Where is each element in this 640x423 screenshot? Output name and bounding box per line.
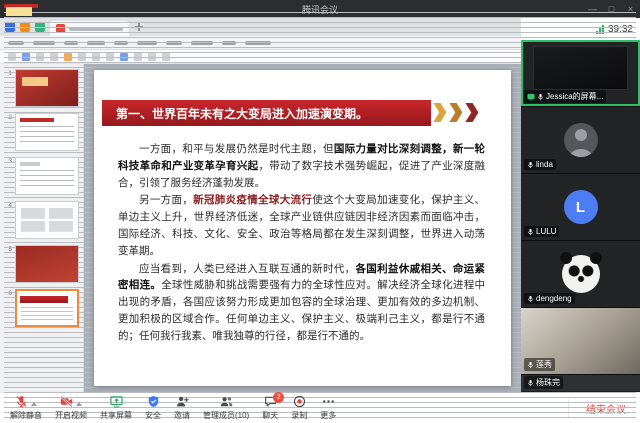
share-screen-button[interactable]: 共享屏幕	[100, 397, 132, 420]
slide-canvas-area: 第一、世界百年未有之大变局进入加速演变期。 一方面，和平与发展仍然是时代主题，但…	[84, 64, 521, 392]
slide-thumbnail-6[interactable]: 6	[4, 289, 79, 327]
participant-label: Jessica的屏幕...	[524, 90, 606, 103]
start-video-button[interactable]: 开启视频	[55, 397, 87, 420]
participant-label: linda	[524, 159, 556, 170]
screen-share-icon	[527, 93, 535, 101]
video-tile-dengdeng[interactable]: dengdeng	[521, 241, 640, 308]
slide-paragraph: 一方面，和平与发展仍然是时代主题，但国际力量对比深刻调整，新一轮科技革命和产业变…	[118, 141, 485, 191]
video-tile-yangzhuwan[interactable]: 杨珠完	[521, 375, 640, 391]
chevron-decoration-icons	[433, 103, 478, 122]
slide-thumbnail-1[interactable]: 1	[4, 69, 79, 107]
slide-title-banner: 第一、世界百年未有之大变局进入加速演变期。	[102, 100, 431, 126]
slide-thumbnail-image	[15, 113, 79, 151]
current-slide: 第一、世界百年未有之大变局进入加速演变期。 一方面，和平与发展仍然是时代主题，但…	[94, 70, 511, 386]
slide-paragraph: 应当看到，人类已经进入互联互通的新时代，各国利益休戚相关、命运紧密相连。全球性威…	[118, 261, 485, 345]
slide-thumbnail-image	[15, 201, 79, 239]
slide-body-text: 一方面，和平与发展仍然是时代主题，但国际力量对比深刻调整，新一轮科技革命和产业变…	[94, 126, 511, 345]
participant-label: dengdeng	[524, 293, 575, 304]
chat-button[interactable]: 2 聊天	[262, 397, 278, 420]
mic-icon	[527, 228, 534, 236]
slide-thumbnail-2[interactable]: 2	[4, 113, 79, 151]
mic-icon	[527, 379, 534, 387]
video-tile-list: Jessica的屏幕... linda L LULU	[521, 40, 640, 392]
participant-label: 杨珠完	[524, 376, 563, 389]
chat-unread-badge: 2	[273, 392, 284, 403]
screen-share-preview	[533, 46, 628, 90]
video-tile-linda[interactable]: linda	[521, 107, 640, 174]
video-tile-lulu[interactable]: L LULU	[521, 174, 640, 241]
mic-icon	[537, 93, 544, 101]
unmute-button[interactable]: 解除静音	[10, 397, 42, 420]
mic-icon	[527, 361, 534, 369]
slide-thumbnail-4[interactable]: 4	[4, 201, 79, 239]
camera-options-chevron-icon[interactable]	[76, 402, 82, 406]
security-button[interactable]: 安全	[145, 397, 161, 420]
slide-thumbnail-image	[15, 157, 79, 195]
participant-video-panel: 39:32 Jessica的屏幕... linda	[521, 18, 640, 392]
slide-title: 第一、世界百年未有之大变局进入加速演变期。	[116, 105, 368, 122]
mic-icon	[527, 295, 534, 303]
mic-icon	[527, 161, 534, 169]
participant-label: 莲秀	[524, 358, 555, 371]
more-button[interactable]: 更多	[320, 397, 336, 420]
shared-screen-view: 1 2 3 4 5	[0, 18, 521, 392]
record-button[interactable]: 录制	[291, 397, 307, 420]
invite-button[interactable]: 邀请	[174, 397, 190, 420]
slide-thumbnail-image	[15, 69, 79, 107]
mic-options-chevron-icon[interactable]	[31, 402, 37, 406]
manage-members-button[interactable]: 管理成员(10)	[203, 397, 249, 420]
wps-toolbar[interactable]	[0, 50, 521, 64]
tencent-meeting-window: 腾讯会议 — □ ×	[0, 0, 640, 423]
slide-thumbnail-image	[15, 289, 79, 327]
slide-paragraph: 另一方面，新冠肺炎疫情全球大流行使这个大变局加速变化，保护主义、单边主义上升，世…	[118, 192, 485, 259]
avatar: L	[564, 190, 598, 224]
video-tile-lianxiu[interactable]: 莲秀	[521, 308, 640, 375]
participant-label: LULU	[524, 226, 559, 237]
slide-thumbnail-3[interactable]: 3	[4, 157, 79, 195]
avatar	[564, 123, 598, 157]
video-tile-jessica-screen[interactable]: Jessica的屏幕...	[521, 40, 640, 107]
slide-thumbnail-5[interactable]: 5	[4, 245, 79, 283]
slide-thumbnail-image	[15, 245, 79, 283]
panda-photo	[562, 255, 600, 293]
